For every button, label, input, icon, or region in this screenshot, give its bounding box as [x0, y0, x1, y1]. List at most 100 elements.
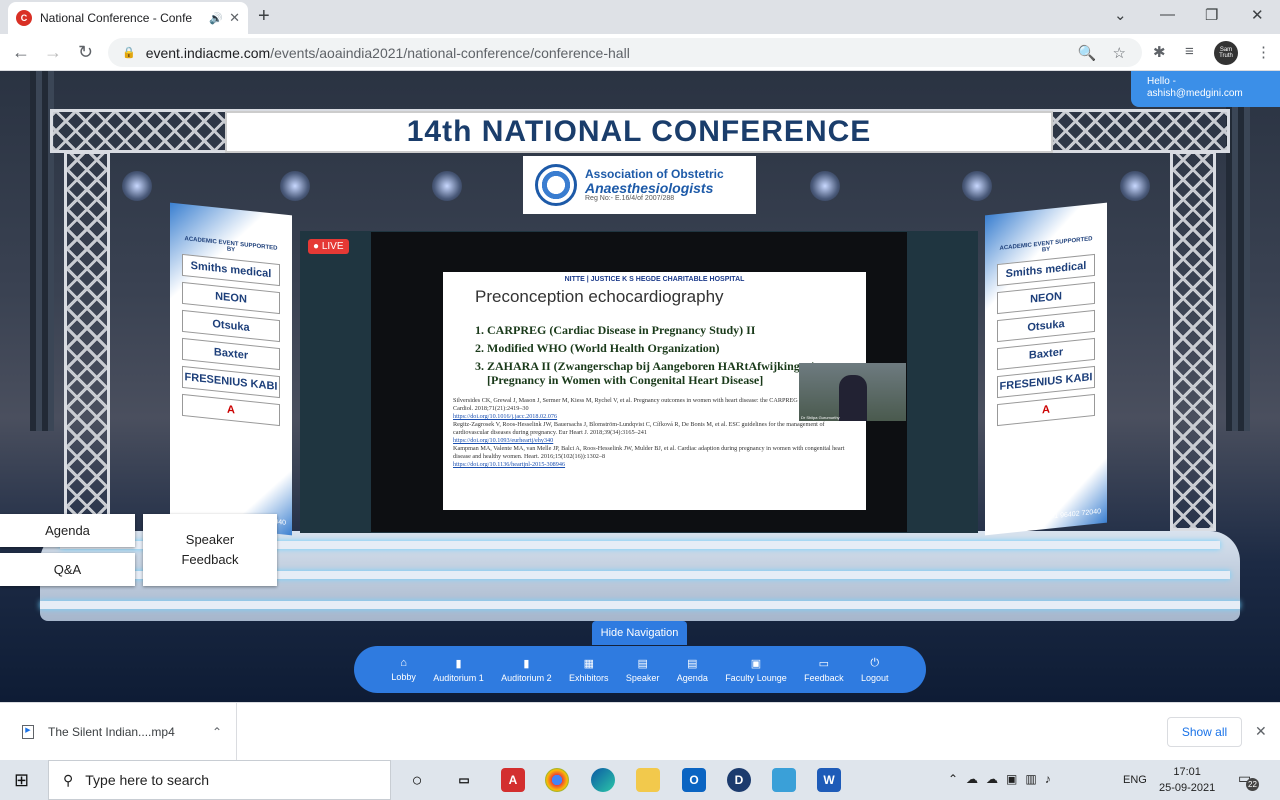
- clock-time: 17:01: [1173, 766, 1201, 778]
- taskbar-search-box[interactable]: ⚲ Type here to search: [48, 760, 391, 800]
- cortana-icon[interactable]: ○: [405, 768, 429, 792]
- speaker-feedback-button[interactable]: Speaker Feedback: [143, 514, 277, 586]
- close-tab-icon[interactable]: ✕: [229, 10, 240, 26]
- menu-icon[interactable]: ⋮: [1256, 43, 1271, 61]
- reference-text: Regitz-Zagrosek V, Roos-Hesselink JW, Ba…: [453, 421, 825, 436]
- windows-taskbar: ⊞ ⚲ Type here to search ○ ▭ A O D W ⌃☁☁▣…: [0, 760, 1280, 800]
- acrobat-icon[interactable]: A: [501, 768, 525, 792]
- nav-auditorium-2[interactable]: ▮ Auditorium 2: [501, 657, 552, 683]
- download-shelf: ▶ The Silent Indian....mp4 ⌃ Show all ✕: [0, 702, 1280, 761]
- nav-speaker[interactable]: ▤ Speaker: [626, 657, 660, 683]
- sponsor-logo: Otsuka: [997, 309, 1095, 343]
- sponsor-logo: Smiths medical: [182, 253, 280, 287]
- sponsor-logo: NEON: [182, 281, 280, 315]
- sponsor-logo: NEON: [997, 281, 1095, 315]
- nav-logout[interactable]: ⏻ Logout: [861, 657, 889, 683]
- outlook-icon[interactable]: O: [682, 768, 706, 792]
- nav-feedback[interactable]: ▭ Feedback: [804, 657, 844, 683]
- spotlight-icon: [280, 171, 310, 201]
- sponsor-logo: Baxter: [997, 337, 1095, 371]
- speaker-icon[interactable]: 🔊: [209, 12, 223, 25]
- greeting-label: Hello -: [1147, 76, 1176, 87]
- spotlight-icon: [962, 171, 992, 201]
- dell-icon[interactable]: D: [727, 768, 751, 792]
- app-icon[interactable]: [772, 768, 796, 792]
- stage-step: [40, 601, 1240, 609]
- new-tab-button[interactable]: +: [258, 6, 270, 26]
- spotlight-icon: [810, 171, 840, 201]
- user-greeting: Hello - ashish@medgini.com: [1131, 71, 1280, 107]
- language-indicator[interactable]: ENG: [1123, 774, 1147, 786]
- slide-list-item: CARPREG (Cardiac Disease in Pregnancy St…: [487, 323, 856, 337]
- document-icon: ▤: [687, 657, 698, 670]
- auditorium-icon: ▮: [455, 657, 462, 670]
- board-phone: +91 96402 72040: [1046, 508, 1101, 521]
- reference-text: Silversides CK, Grewal J, Mason J, Serme…: [453, 397, 848, 412]
- nav-faculty-lounge[interactable]: ▣ Faculty Lounge: [725, 657, 787, 683]
- sponsor-board-left: ACADEMIC EVENT SUPPORTED BY Smiths medic…: [170, 202, 292, 536]
- nav-agenda[interactable]: ▤ Agenda: [677, 657, 708, 683]
- extensions-icon[interactable]: ✱: [1153, 43, 1166, 61]
- home-icon: ⌂: [400, 657, 407, 669]
- close-shelf-icon[interactable]: ✕: [1255, 723, 1267, 740]
- hide-navigation-button[interactable]: Hide Navigation: [592, 621, 687, 645]
- speaker-webcam: Dr Shilpa Gurumurthy: [799, 363, 906, 421]
- media-queue-icon[interactable]: ≡: [1185, 43, 1194, 60]
- notification-icon[interactable]: ▭ 22: [1238, 770, 1259, 791]
- video-player[interactable]: NITTE | JUSTICE K S HEGDE CHARITABLE HOS…: [371, 232, 907, 532]
- word-icon[interactable]: W: [817, 768, 841, 792]
- tab-favicon-icon: C: [16, 10, 32, 26]
- system-tray-icons[interactable]: ⌃☁☁▣▥♪: [948, 772, 1059, 786]
- slide-title: Preconception echocardiography: [475, 287, 724, 306]
- taskbar-clock[interactable]: 17:01 25-09-2021: [1159, 764, 1215, 796]
- logo-line-2: Anaesthesiologists: [585, 180, 714, 196]
- nav-auditorium-1[interactable]: ▮ Auditorium 1: [433, 657, 484, 683]
- restore-button[interactable]: ❐: [1205, 6, 1218, 24]
- auditorium-icon: ▮: [523, 657, 530, 670]
- lock-icon[interactable]: 🔒: [122, 46, 136, 59]
- sponsor-logo: A: [997, 393, 1095, 427]
- logo-reg-no: Reg No:- E.16/4/of 2007/288: [585, 195, 675, 202]
- back-icon[interactable]: ←: [12, 42, 30, 62]
- notification-count: 22: [1246, 778, 1259, 791]
- browser-tab[interactable]: C National Conference - Confe 🔊 ✕: [8, 2, 248, 34]
- show-all-button[interactable]: Show all: [1167, 717, 1242, 747]
- edge-icon[interactable]: [591, 768, 615, 792]
- video-screen: ● LIVE NITTE | JUSTICE K S HEGDE CHARITA…: [300, 231, 978, 533]
- live-label: LIVE: [321, 241, 344, 252]
- agenda-button[interactable]: Agenda: [0, 514, 135, 547]
- url-path: /events/aoaindia2021/national-conference…: [270, 44, 630, 61]
- search-icon: ⚲: [63, 771, 74, 788]
- spotlight-icon: [1120, 171, 1150, 201]
- sponsor-logo: FRESENIUS KABI: [997, 365, 1095, 399]
- forward-icon[interactable]: →: [44, 42, 62, 62]
- qa-button[interactable]: Q&A: [0, 553, 135, 586]
- file-explorer-icon[interactable]: [636, 768, 660, 792]
- lounge-icon: ▣: [750, 657, 762, 670]
- download-item[interactable]: ▶ The Silent Indian....mp4 ⌃: [12, 703, 237, 761]
- windows-start-icon[interactable]: ⊞: [14, 770, 29, 791]
- task-view-icon[interactable]: ▭: [452, 768, 476, 792]
- nav-label: Faculty Lounge: [725, 672, 787, 683]
- reload-icon[interactable]: ↻: [78, 42, 93, 62]
- tab-search-icon[interactable]: ⌄: [1114, 6, 1127, 24]
- nav-label: Lobby: [391, 672, 416, 682]
- spotlight-icon: [432, 171, 462, 201]
- nav-exhibitors[interactable]: ▦ Exhibitors: [569, 657, 609, 683]
- close-window-button[interactable]: ✕: [1251, 6, 1264, 24]
- nav-label: Auditorium 1: [433, 672, 484, 683]
- profile-avatar[interactable]: Sam Truth: [1214, 41, 1238, 65]
- sponsor-logo: Smiths medical: [997, 253, 1095, 287]
- nav-label: Agenda: [676, 672, 708, 683]
- url-field[interactable]: 🔒 event.indiacme.com/events/aoaindia2021…: [108, 38, 1142, 67]
- chrome-icon[interactable]: [545, 768, 569, 792]
- nav-lobby[interactable]: ⌂ Lobby: [391, 657, 416, 682]
- zoom-icon[interactable]: 🔍: [1078, 44, 1097, 62]
- slide-header: NITTE | JUSTICE K S HEGDE CHARITABLE HOS…: [564, 276, 745, 283]
- bookmark-star-icon[interactable]: ☆: [1113, 44, 1126, 62]
- spotlight-icon: [122, 171, 152, 201]
- minimize-button[interactable]: —: [1160, 6, 1175, 23]
- reference-link: https://doi.org/10.1136/heartjnl-2015-30…: [453, 461, 566, 468]
- nav-label: Exhibitors: [569, 672, 609, 683]
- chevron-up-icon[interactable]: ⌃: [212, 725, 222, 739]
